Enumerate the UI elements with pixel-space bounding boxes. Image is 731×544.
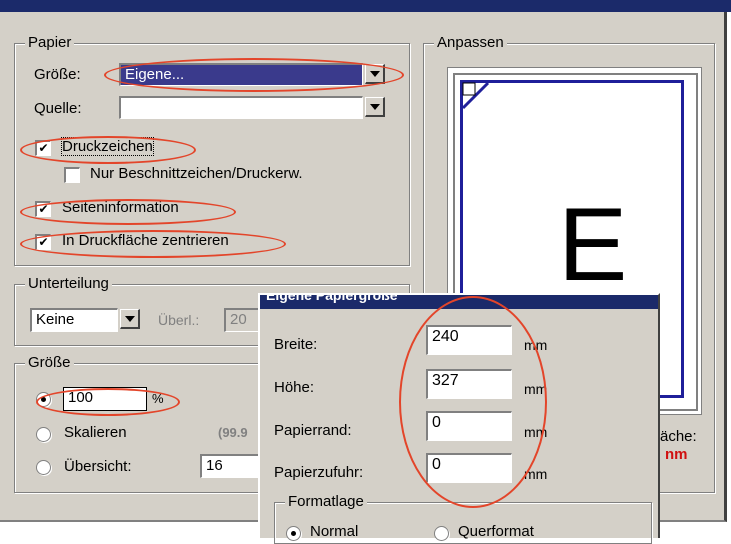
unterteilung-dropdown-button[interactable]: [120, 309, 140, 329]
popup-title-bar: Eigene Papiergröße: [260, 295, 658, 309]
groesse-label: Größe:: [34, 66, 81, 83]
percent-input[interactable]: 100: [63, 387, 147, 411]
popup-title: Eigene Papiergröße: [266, 295, 398, 303]
druckflaeche-label: äche:: [660, 428, 697, 445]
uebersicht-label[interactable]: Übersicht:: [64, 458, 132, 475]
hoehe-unit: mm: [524, 381, 548, 397]
druckzeichen-checkbox[interactable]: ✔: [35, 140, 51, 156]
papierzufuhr-input[interactable]: 0: [426, 453, 512, 483]
paper-source-select[interactable]: [119, 96, 363, 119]
uebersicht-input[interactable]: 16: [200, 454, 260, 478]
skalieren-radio[interactable]: [36, 427, 51, 442]
quelle-label: Quelle:: [34, 100, 82, 117]
zentrieren-label[interactable]: In Druckfläche zentrieren: [62, 232, 229, 249]
page-corner-icon: [461, 81, 490, 110]
breite-input[interactable]: 240: [426, 325, 512, 355]
zentrieren-checkbox[interactable]: ✔: [35, 234, 51, 250]
papier-legend: Papier: [25, 34, 75, 51]
papierrand-unit: mm: [524, 424, 548, 440]
papierzufuhr-unit: mm: [524, 466, 548, 482]
paper-size-dropdown-button[interactable]: [365, 64, 385, 84]
formatlage-legend: Formatlage: [285, 493, 367, 510]
normal-radio[interactable]: [286, 526, 301, 541]
breite-label: Breite:: [274, 336, 318, 353]
papierzufuhr-label: Papierzufuhr:: [274, 464, 364, 481]
unterteilung-select[interactable]: Keine: [30, 308, 118, 332]
percent-radio[interactable]: [36, 392, 51, 407]
breite-unit: mm: [524, 337, 548, 353]
druckflaeche-mm: nm: [665, 446, 688, 463]
ueberl-input[interactable]: 20: [224, 308, 260, 332]
ueberl-label: Überl.:: [158, 312, 200, 328]
paper-size-select[interactable]: Eigene...: [119, 63, 363, 86]
percent-unit: %: [152, 391, 164, 406]
normal-label[interactable]: Normal: [310, 523, 358, 540]
skalieren-value: (99.9: [218, 425, 248, 440]
beschnitt-checkbox[interactable]: [64, 167, 80, 183]
anpassen-legend: Anpassen: [434, 34, 507, 51]
hoehe-label: Höhe:: [274, 379, 315, 396]
skalieren-label[interactable]: Skalieren: [64, 424, 127, 441]
paper-source-dropdown-button[interactable]: [365, 97, 385, 117]
preview-letter: E: [558, 187, 628, 303]
papierrand-input[interactable]: 0: [426, 411, 512, 441]
druckzeichen-label[interactable]: Druckzeichen: [61, 137, 154, 156]
groesse-legend: Größe: [25, 354, 74, 371]
papierrand-label: Papierrand:: [274, 422, 352, 439]
beschnitt-label[interactable]: Nur Beschnittzeichen/Druckerw.: [90, 165, 303, 182]
querformat-label[interactable]: Querformat: [458, 523, 534, 540]
window-title-bar: [0, 0, 731, 12]
seiteninfo-checkbox[interactable]: ✔: [35, 201, 51, 217]
custom-paper-size-dialog: Eigene Papiergröße Breite: 240 mm Höhe: …: [258, 293, 660, 544]
uebersicht-radio[interactable]: [36, 460, 51, 475]
hoehe-input[interactable]: 327: [426, 369, 512, 399]
unterteilung-legend: Unterteilung: [25, 275, 112, 292]
seiteninfo-label[interactable]: Seiteninformation: [62, 199, 179, 216]
querformat-radio[interactable]: [434, 526, 449, 541]
